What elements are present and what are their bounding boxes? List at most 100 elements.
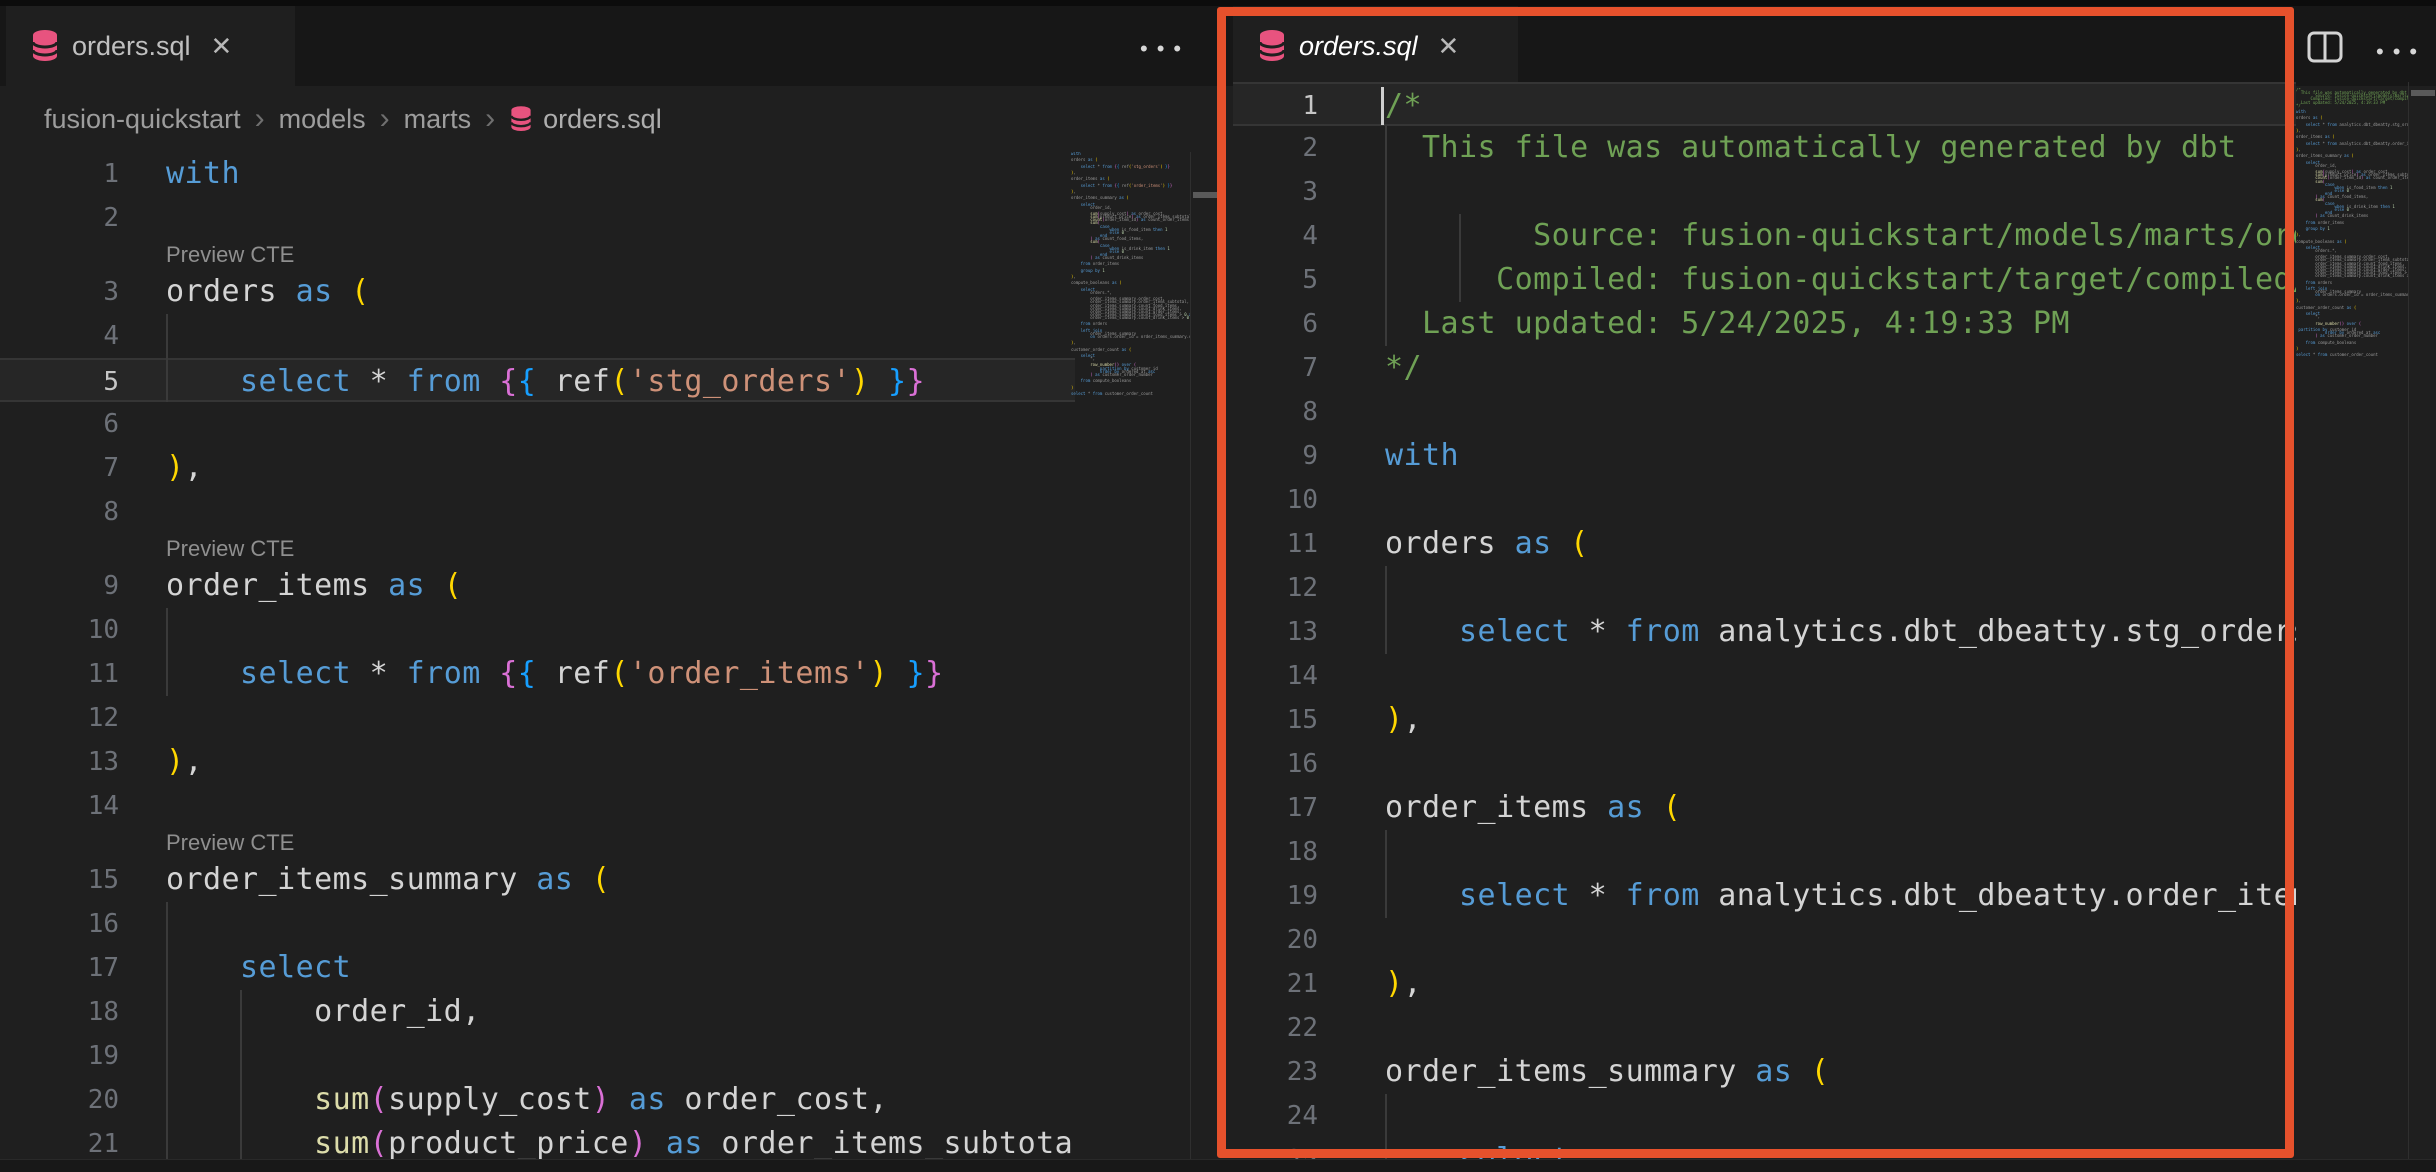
line-number: 9 (0, 564, 119, 608)
code-line-18[interactable]: 18 (1233, 830, 2296, 874)
code-line-20[interactable]: 20 (1233, 918, 2296, 962)
code-line-12[interactable]: 12 (0, 696, 1075, 740)
breadcrumb-item-models[interactable]: models (279, 104, 366, 135)
code-line-9[interactable]: 9order_items as ( (0, 564, 1075, 608)
line-number: 4 (1233, 214, 1318, 258)
code-line-24[interactable]: 24 (1233, 1094, 2296, 1138)
code-line-7[interactable]: 7), (0, 446, 1075, 490)
code-line-7[interactable]: 7*/ (1233, 346, 2296, 390)
code-line-22[interactable]: 22 (1233, 1006, 2296, 1050)
line-number: 1 (1233, 84, 1318, 128)
line-number: 7 (0, 446, 119, 490)
code-line-12[interactable]: 12 (1233, 566, 2296, 610)
scrollbar-slider-left[interactable] (1193, 192, 1217, 198)
code-line-5[interactable]: 5 select * from {{ ref('stg_orders') }} (0, 358, 1075, 402)
code-line-4[interactable]: 4 (0, 314, 1075, 358)
code-line-11[interactable]: 11 select * from {{ ref('order_items') }… (0, 652, 1075, 696)
code-line-8[interactable]: 8 (0, 490, 1075, 534)
tab-label: orders.sql (72, 31, 191, 62)
tab-orders-sql-left[interactable]: orders.sql ✕ (6, 6, 295, 86)
window-bottom-edge (0, 1159, 2436, 1172)
breadcrumb-item-file[interactable]: orders.sql (543, 104, 662, 135)
code-line-17[interactable]: 17order_items as ( (1233, 786, 2296, 830)
code-line-15[interactable]: 15order_items_summary as ( (0, 858, 1075, 902)
chevron-right-icon: › (380, 102, 390, 136)
line-number: 24 (1233, 1094, 1318, 1138)
code-line-13[interactable]: 13 select * from analytics.dbt_dbeatty.s… (1233, 610, 2296, 654)
line-number: 11 (1233, 522, 1318, 566)
code-line-9[interactable]: 9with (1233, 434, 2296, 478)
line-number: 5 (1233, 258, 1318, 302)
indent-guide (166, 902, 168, 1166)
more-actions-icon[interactable]: ••• (1140, 38, 1190, 60)
text-cursor (1381, 87, 1384, 125)
code-line-13[interactable]: 13), (0, 740, 1075, 784)
code-line-16[interactable]: 16 (0, 902, 1075, 946)
line-number: 3 (0, 270, 119, 314)
code-editor-left[interactable]: 1with2Preview CTE3orders as (45 select *… (0, 152, 1075, 1166)
line-number: 20 (0, 1078, 119, 1122)
minimap-right[interactable]: /* This file was automatically generated… (2296, 88, 2408, 1165)
code-line-18[interactable]: 18 order_id, (0, 990, 1075, 1034)
close-icon[interactable]: ✕ (205, 29, 239, 64)
code-line-8[interactable]: 8 (1233, 390, 2296, 434)
scrollbar-track-right[interactable] (2408, 82, 2436, 1165)
line-number: 19 (1233, 874, 1318, 918)
code-line-1[interactable]: 1/* (1233, 82, 2296, 126)
breadcrumb-item-marts[interactable]: marts (404, 104, 472, 135)
code-line-14[interactable]: 14 (0, 784, 1075, 828)
code-line-23[interactable]: 23order_items_summary as ( (1233, 1050, 2296, 1094)
scrollbar-slider-right[interactable] (2411, 90, 2435, 96)
code-line-15[interactable]: 15), (1233, 698, 2296, 742)
scrollbar-track-left[interactable] (1190, 152, 1219, 1165)
code-line-20[interactable]: 20 sum(supply_cost) as order_cost, (0, 1078, 1075, 1122)
code-line-2[interactable]: 2 (0, 196, 1075, 240)
code-line-16[interactable]: 16 (1233, 742, 2296, 786)
line-number: 1 (0, 152, 119, 196)
code-editor-right[interactable]: 1/*2 This file was automatically generat… (1233, 82, 2296, 1165)
minimap-left[interactable]: with orders as ( select * from {{ ref('s… (1071, 152, 1190, 1165)
code-line-4[interactable]: 4 Source: fusion-quickstart/models/marts… (1233, 214, 2296, 258)
line-number: 7 (1233, 346, 1318, 390)
close-icon[interactable]: ✕ (1432, 29, 1466, 64)
codelens-preview-cte[interactable]: Preview CTE (166, 828, 294, 858)
code-line-6[interactable]: 6 Last updated: 5/24/2025, 4:19:33 PM (1233, 302, 2296, 346)
codelens-preview-cte[interactable]: Preview CTE (166, 240, 294, 270)
code-line-3[interactable]: 3orders as ( (0, 270, 1075, 314)
line-number: 18 (1233, 830, 1318, 874)
code-line-10[interactable]: 10 (0, 608, 1075, 652)
code-line-17[interactable]: 17 select (0, 946, 1075, 990)
code-line-11[interactable]: 11orders as ( (1233, 522, 2296, 566)
minimap-line: order_items_summary.count_drink_items > … (2296, 274, 2408, 277)
code-line-10[interactable]: 10 (1233, 478, 2296, 522)
line-number: 2 (0, 196, 119, 240)
line-number: 15 (1233, 698, 1318, 742)
line-number: 14 (1233, 654, 1318, 698)
minimap-line: select * from analytics.dbt_dbeatty.stg_… (2296, 123, 2408, 126)
code-line-14[interactable]: 14 (1233, 654, 2296, 698)
code-line-2[interactable]: 2 This file was automatically generated … (1233, 126, 2296, 170)
chevron-right-icon: › (485, 102, 495, 136)
code-line-19[interactable]: 19 select * from analytics.dbt_dbeatty.o… (1233, 874, 2296, 918)
code-line-19[interactable]: 19 (0, 1034, 1075, 1078)
breadcrumb: fusion-quickstart › models › marts › ord… (0, 86, 1218, 152)
codelens-preview-cte[interactable]: Preview CTE (166, 534, 294, 564)
code-line-21[interactable]: 21), (1233, 962, 2296, 1006)
split-editor-icon[interactable] (2306, 30, 2344, 69)
line-number: 20 (1233, 918, 1318, 962)
code-line-1[interactable]: 1with (0, 152, 1075, 196)
line-number: 5 (0, 360, 119, 404)
line-number: 15 (0, 858, 119, 902)
minimap-line: on orders.order_id = order_items_summary… (2296, 293, 2408, 296)
tab-orders-sql-right[interactable]: orders.sql ✕ (1233, 6, 1518, 86)
line-number: 10 (0, 608, 119, 652)
breadcrumb-item-project[interactable]: fusion-quickstart (44, 104, 241, 135)
line-number: 11 (0, 652, 119, 696)
line-number: 2 (1233, 126, 1318, 170)
code-line-3[interactable]: 3 (1233, 170, 2296, 214)
more-actions-icon[interactable]: ••• (2376, 41, 2426, 63)
code-line-5[interactable]: 5 Compiled: fusion-quickstart/target/com… (1233, 258, 2296, 302)
code-line-6[interactable]: 6 (0, 402, 1075, 446)
minimap-line: order_items_summary.count_drink_items > … (1071, 316, 1190, 319)
indent-guide (1385, 566, 1387, 654)
